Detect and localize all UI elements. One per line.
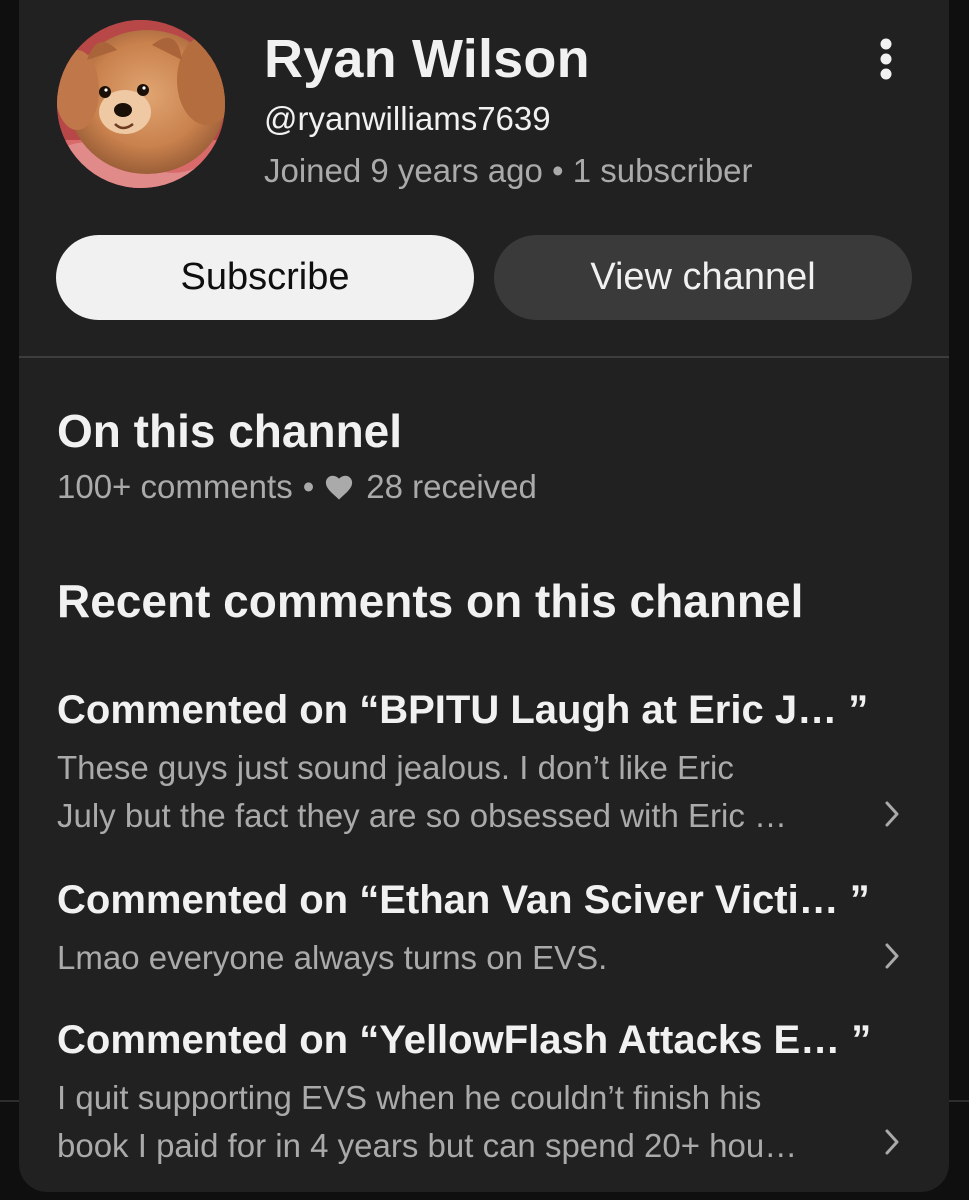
comment-line: I quit supporting EVS when he couldn’t f… (57, 1079, 762, 1116)
comment-heading: Commented on “Ethan Van Sciver Victi… ” (57, 878, 870, 922)
view-channel-button[interactable]: View channel (494, 235, 912, 320)
channel-name: Ryan Wilson (264, 29, 590, 89)
comments-count: 100+ comments (57, 468, 293, 505)
channel-meta: Joined 9 years ago • 1 subscriber (264, 152, 753, 190)
comment-heading: Commented on “BPITU Laugh at Eric J… ” (57, 688, 869, 732)
hearts-received: 28 received (366, 468, 537, 505)
chevron-right-icon (885, 943, 899, 969)
dog-photo-avatar (57, 20, 225, 188)
comment-line: These guys just sound jealous. I don’t l… (57, 749, 734, 786)
comment-snippet: I quit supporting EVS when he couldn’t f… (57, 1074, 857, 1170)
comment-item[interactable]: Commented on “Ethan Van Sciver Victi… ” … (19, 878, 949, 978)
comment-item[interactable]: Commented on “YellowFlash Attacks E… ” I… (19, 1018, 949, 1168)
chevron-right-icon (885, 1129, 899, 1155)
joined-text: Joined 9 years ago (264, 152, 543, 189)
chevron-right-icon (885, 801, 899, 827)
channel-stats: 100+ comments • 28 received (57, 468, 537, 506)
vertical-ellipsis-icon (880, 38, 892, 80)
subscriber-count: 1 subscriber (572, 152, 753, 189)
subscribe-button[interactable]: Subscribe (56, 235, 474, 320)
heart-icon (326, 475, 353, 500)
recent-comments-heading: Recent comments on this channel (57, 575, 804, 627)
comment-line: July but the fact they are so obsessed w… (57, 797, 788, 834)
comment-item[interactable]: Commented on “BPITU Laugh at Eric J… ” T… (19, 688, 949, 838)
comment-heading: Commented on “YellowFlash Attacks E… ” (57, 1018, 872, 1062)
comment-snippet: These guys just sound jealous. I don’t l… (57, 744, 857, 840)
more-options-button[interactable] (859, 32, 913, 86)
avatar[interactable] (57, 20, 225, 188)
on-channel-heading: On this channel (57, 405, 403, 457)
channel-popup-sheet: Ryan Wilson @ryanwilliams7639 Joined 9 y… (19, 0, 949, 1192)
section-divider (19, 356, 949, 358)
meta-separator: • (552, 152, 564, 189)
stats-separator: • (302, 468, 315, 505)
comment-snippet: Lmao everyone always turns on EVS. (57, 934, 857, 982)
comment-line: Lmao everyone always turns on EVS. (57, 939, 608, 976)
channel-handle: @ryanwilliams7639 (264, 100, 551, 137)
comment-line: book I paid for in 4 years but can spend… (57, 1127, 798, 1164)
